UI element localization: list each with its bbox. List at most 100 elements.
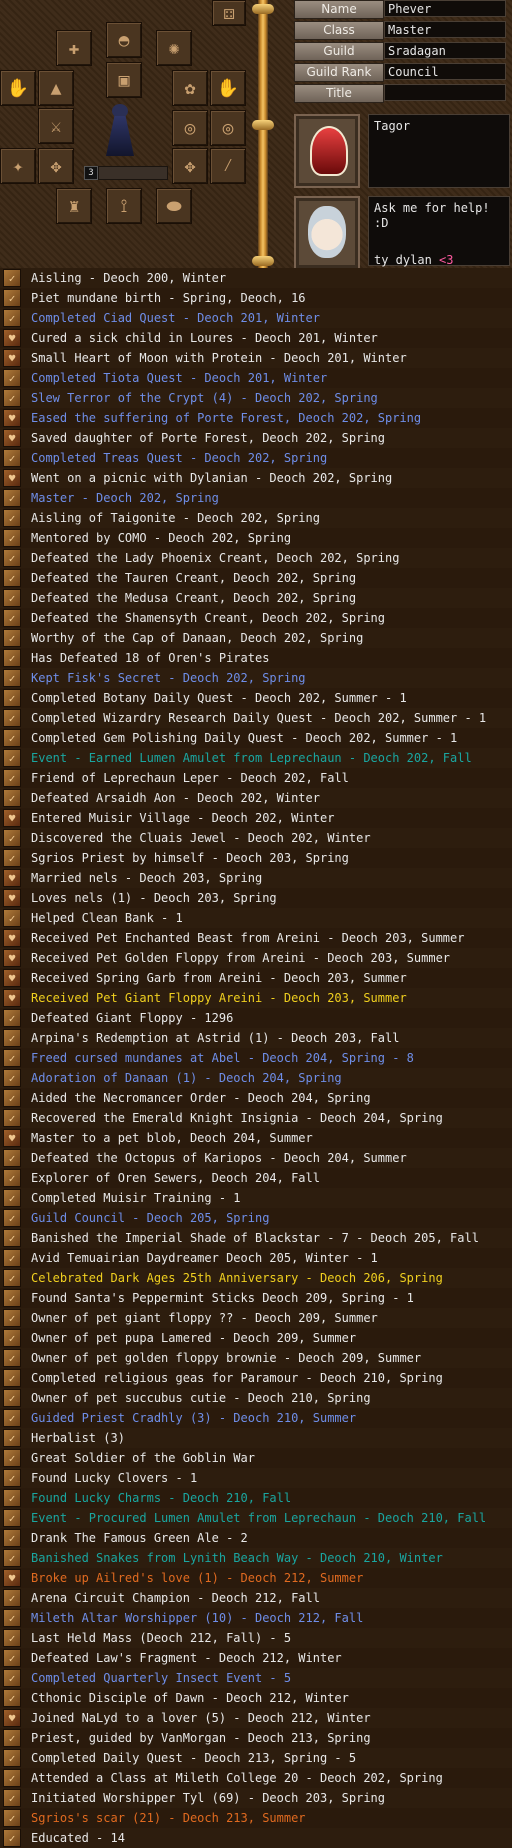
legend-text: Discovered the Cluais Jewel - Deoch 202,… [31, 831, 371, 845]
legend-text: Defeated the Shamensyth Creant, Deoch 20… [31, 611, 386, 625]
legend-mark-icon: ✓ [3, 1469, 21, 1487]
legend-mark-icon: ✓ [3, 1089, 21, 1107]
slot-helmet[interactable]: ◓ [106, 22, 142, 58]
slot-gauntlet-left[interactable]: ✋ [0, 70, 36, 106]
slot-accessory-2[interactable]: ⁄ [210, 148, 246, 184]
legend-row: ✓ Cthonic Disciple of Dawn - Deoch 212, W… [0, 1688, 512, 1708]
legend-row: ✓ Completed Botany Daily Quest - Deoch 20… [0, 688, 512, 708]
legend-row: ✓ Completed Gem Polishing Daily Quest - D… [0, 728, 512, 748]
legend-text: Defeated the Lady Phoenix Creant, Deoch … [31, 551, 400, 565]
heart-mark-icon: ♥ [3, 949, 21, 967]
legend-text: Completed Tiota Quest - Deoch 201, Winte… [31, 371, 328, 385]
flower-icon: ✿ [184, 77, 196, 99]
legend-mark-icon: ✓ [3, 1409, 21, 1427]
slot-ring-right[interactable]: ◎ [210, 110, 246, 146]
legend-text: Small Heart of Moon with Protein - Deoch… [31, 351, 407, 365]
slot-button[interactable]: ⚃ [212, 0, 246, 26]
slot-necklace[interactable]: ✚ [56, 30, 92, 66]
legend-mark-icon: ✓ [3, 1209, 21, 1227]
legend-text: Completed Botany Daily Quest - Deoch 202… [31, 691, 407, 705]
legend-row: ♥ Went on a picnic with Dylanian - Deoch … [0, 468, 512, 488]
slot-greaves[interactable]: ✥ [172, 148, 208, 184]
legend-mark-icon: ✓ [3, 1489, 21, 1507]
legend-text: Joined NaLyd to a lover (5) - Deoch 212,… [31, 1711, 371, 1725]
slot-overcoat[interactable]: ▣ [106, 62, 142, 98]
legend-mark-icon: ✓ [3, 1269, 21, 1287]
slot-accessory[interactable]: ✿ [172, 70, 208, 106]
guild-rank-field: Council [384, 63, 506, 80]
legend-row: ✓ Kept Fisk's Secret - Deoch 202, Spring [0, 668, 512, 688]
legend-row: ♥ Joined NaLyd to a lover (5) - Deoch 212… [0, 1708, 512, 1728]
legend-row: ✓ Defeated Giant Floppy - 1296 [0, 1008, 512, 1028]
legend-row: ✓ Defeated the Lady Phoenix Creant, Deoch… [0, 548, 512, 568]
legend-row: ✓ Completed Tiota Quest - Deoch 201, Wint… [0, 368, 512, 388]
coat-icon: ▣ [118, 69, 130, 91]
title-field[interactable] [384, 84, 506, 101]
heart-text: <3 [439, 253, 454, 267]
legend-mark-icon: ✓ [3, 489, 21, 507]
legend-text: Defeated the Tauren Creant, Deoch 202, S… [31, 571, 357, 585]
legend-mark-icon: ✓ [3, 1529, 21, 1547]
legend-row: ✓ Completed religious geas for Paramour -… [0, 1368, 512, 1388]
legend-row: ✓ Mentored by COMO - Deoch 202, Spring [0, 528, 512, 548]
legend-mark-icon: ✓ [3, 1309, 21, 1327]
legend-text: Saved daughter of Porte Forest, Deoch 20… [31, 431, 386, 445]
legend-text: Defeated Arsaidh Aon - Deoch 202, Winter [31, 791, 320, 805]
legend-row: ♥ Eased the suffering of Porte Forest, De… [0, 408, 512, 428]
slot-accessory-4[interactable]: ⬬ [156, 188, 192, 224]
slot-armor[interactable]: ▲ [38, 70, 74, 106]
slot-belt[interactable]: ✥ [38, 148, 74, 184]
legend-mark-icon: ✓ [3, 1389, 21, 1407]
legend-text: Defeated Giant Floppy - 1296 [31, 1011, 234, 1025]
legend-mark-icon: ✓ [3, 1189, 21, 1207]
legend-mark-icon: ✓ [3, 1689, 21, 1707]
slot-accessory-3[interactable]: ⟟ [106, 188, 142, 224]
legend-mark-icon: ✓ [3, 269, 21, 287]
legend-row: ✓ Herbalist (3) [0, 1428, 512, 1448]
slot-earring[interactable]: ✺ [156, 30, 192, 66]
legend-row: ✓ Event - Earned Lumen Amulet from Leprec… [0, 748, 512, 768]
slot-weapon[interactable]: ⚔ [38, 108, 74, 144]
slot-ring-left[interactable]: ◎ [172, 110, 208, 146]
legend-text: Sgrios Priest by himself - Deoch 203, Sp… [31, 851, 349, 865]
legend-mark-icon: ✓ [3, 629, 21, 647]
heart-mark-icon: ♥ [3, 329, 21, 347]
legend-row: ✓ Found Lucky Charms - Deoch 210, Fall [0, 1488, 512, 1508]
legend-row: ✓ Banished the Imperial Shade of Blacksta… [0, 1228, 512, 1248]
legend-text: Helped Clean Bank - 1 [31, 911, 183, 925]
profile-message-box: Ask me for help! :D ty dylan <3 [368, 196, 510, 267]
legend-row: ✓ Defeated the Octopus of Kariopos - Deoc… [0, 1148, 512, 1168]
heart-mark-icon: ♥ [3, 809, 21, 827]
legend-row: ✓ Arpina's Redemption at Astrid (1) - Deo… [0, 1028, 512, 1048]
legend-text: Completed Daily Quest - Deoch 213, Sprin… [31, 1751, 357, 1765]
legend-row: ✓ Slew Terror of the Crypt (4) - Deoch 20… [0, 388, 512, 408]
heart-mark-icon: ♥ [3, 1129, 21, 1147]
heart-mark-icon: ♥ [3, 469, 21, 487]
legend-text: Freed cursed mundanes at Abel - Deoch 20… [31, 1051, 414, 1065]
legend-row: ✓ Completed Ciad Quest - Deoch 201, Winte… [0, 308, 512, 328]
legend-text: Completed Quarterly Insect Event - 5 [31, 1671, 292, 1685]
legend-text: Guild Council - Deoch 205, Spring [31, 1211, 270, 1225]
slot-boots[interactable]: ♜ [56, 188, 92, 224]
legend-row: ✓ Recovered the Emerald Knight Insignia -… [0, 1108, 512, 1128]
guild-label: Guild [294, 42, 384, 61]
legend-text: Banished Snakes from Lynith Beach Way - … [31, 1551, 443, 1565]
legend-text: Celebrated Dark Ages 25th Anniversary - … [31, 1271, 443, 1285]
legend-text: Recovered the Emerald Knight Insignia - … [31, 1111, 443, 1125]
title-label: Title [294, 84, 384, 103]
legend-row: ♥ Small Heart of Moon with Protein - Deoc… [0, 348, 512, 368]
legend-text: Cured a sick child in Loures - Deoch 201… [31, 331, 378, 345]
legend-text: Went on a picnic with Dylanian - Deoch 2… [31, 471, 393, 485]
legend-row: ✓ Found Lucky Clovers - 1 [0, 1468, 512, 1488]
legend-text: Friend of Leprechaun Leper - Deoch 202, … [31, 771, 349, 785]
legend-mark-icon: ✓ [3, 1809, 21, 1827]
slot-gauntlet-right[interactable]: ✋ [210, 70, 246, 106]
legend-row: ♥ Received Spring Garb from Areini - Deoc… [0, 968, 512, 988]
legend-text: Banished the Imperial Shade of Blackstar… [31, 1231, 479, 1245]
legend-text: Aided the Necromancer Order - Deoch 204,… [31, 1091, 371, 1105]
legend-mark-icon: ✓ [3, 1069, 21, 1087]
legend-text: Arpina's Redemption at Astrid (1) - Deoc… [31, 1031, 400, 1045]
legend-text: Cthonic Disciple of Dawn - Deoch 212, Wi… [31, 1691, 349, 1705]
heart-mark-icon: ♥ [3, 1709, 21, 1727]
slot-shield[interactable]: ✦ [0, 148, 36, 184]
